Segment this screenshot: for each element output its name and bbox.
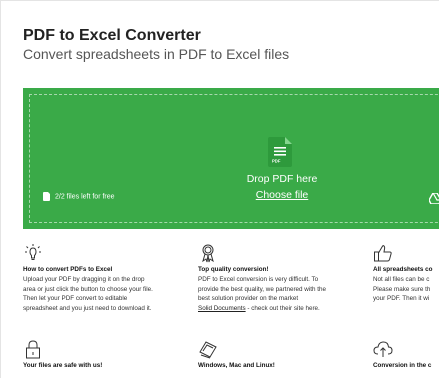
files-left-text: 2/2 files left for free (55, 193, 115, 201)
feature-line: PDF to Excel conversion is very difficul… (198, 275, 319, 283)
feature-title: Your files are safe with us! (23, 362, 103, 369)
choose-file-link[interactable]: Choose file (222, 189, 342, 201)
platforms-icon (198, 339, 218, 359)
page-subtitle: Convert spreadsheets in PDF to Excel fil… (23, 46, 290, 62)
award-ribbon-icon (198, 243, 218, 263)
dropzone-dashed-border (29, 94, 439, 223)
feature-body: PDF to Excel conversion is very difficul… (198, 275, 368, 314)
solid-documents-link[interactable]: Solid Documents (198, 305, 246, 312)
feature-line: area or just click the button to choose … (23, 285, 153, 293)
drop-pdf-label: Drop PDF here (246, 173, 318, 185)
link-suffix: - check out their site here. (245, 305, 320, 313)
feature-safe-files: Your files are safe with us! (23, 339, 193, 371)
feature-title: Windows, Mac and Linux! (198, 362, 275, 369)
feature-line: Not all files can be c (373, 275, 430, 283)
google-drive-icon[interactable] (428, 191, 439, 209)
feature-line: spreadsheet and you just need to downloa… (23, 305, 152, 313)
feature-title: Conversion in the c (373, 362, 432, 369)
feature-line: Upload your PDF by dragging it on the dr… (23, 275, 145, 283)
feature-line: your PDF. Then it wi (373, 295, 430, 303)
feature-body: Upload your PDF by dragging it on the dr… (23, 275, 193, 314)
feature-line: provide the best quality, we partnered w… (198, 285, 326, 293)
feature-title: Top quality conversion! (198, 266, 269, 273)
feature-how-to-convert: How to convert PDFs to Excel Upload your… (23, 243, 193, 314)
feature-title: All spreadsheets co (373, 266, 433, 273)
lightbulb-icon (23, 243, 43, 263)
cloud-upload-icon (373, 339, 393, 359)
files-left-counter: 2/2 files left for free (43, 192, 115, 201)
page-frame: PDF to Excel Converter Convert spreadshe… (0, 0, 439, 378)
pdf-badge-text: PDF (272, 159, 281, 164)
feature-line: Please make sure th (373, 285, 431, 293)
feature-all-spreadsheets: All spreadsheets co Not all files can be… (373, 243, 439, 304)
feature-line: Then let your PDF convert to editable (23, 295, 128, 303)
feature-line-with-link: Solid Documents - check out their site h… (198, 304, 368, 314)
feature-body: Not all files can be c Please make sure … (373, 275, 439, 304)
document-icon (43, 192, 50, 201)
pdf-dropzone[interactable]: PDF Drop PDF here Choose file 2/2 files … (23, 88, 439, 229)
pdf-file-icon: PDF (268, 137, 292, 167)
thumbs-up-icon (373, 243, 393, 263)
page-title: PDF to Excel Converter (23, 27, 201, 44)
padlock-icon (23, 339, 43, 359)
feature-top-quality: Top quality conversion! PDF to Excel con… (198, 243, 368, 314)
feature-platforms: Windows, Mac and Linux! (198, 339, 368, 371)
feature-cloud-conversion: Conversion in the c (373, 339, 439, 371)
feature-line: best solution provider on the market (198, 295, 299, 303)
feature-title: How to convert PDFs to Excel (23, 266, 113, 273)
